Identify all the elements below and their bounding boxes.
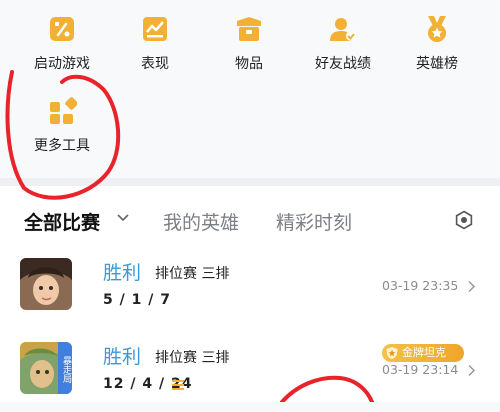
shield-icon: [386, 347, 398, 359]
tab-bar: 全部比赛 我的英雄 精彩时刻: [0, 186, 500, 246]
hero-ranking-button[interactable]: 英雄榜: [392, 14, 482, 73]
hero-avatar: [20, 258, 72, 310]
match-kda: 5 / 1 / 7: [103, 292, 171, 308]
match-tag: 暴走局: [58, 342, 72, 394]
friend-icon: [330, 18, 356, 41]
tool-grid: 启动游戏 表现 物品 好友战绩 英雄榜 更多工具: [0, 0, 500, 178]
settings-icon[interactable]: [454, 210, 474, 230]
gamepad-icon: [50, 17, 74, 41]
launch-game-label: 启动游戏: [34, 56, 90, 72]
medal-badge: 金牌坦克: [382, 344, 464, 362]
match-list-panel: 全部比赛 我的英雄 精彩时刻 胜利 排位赛 三排 5 / 1 / 7 03-19…: [0, 186, 500, 402]
performance-label: 表现: [141, 56, 169, 72]
friend-records-button[interactable]: 好友战绩: [298, 14, 388, 73]
match-row[interactable]: 胜利 排位赛 三排 5 / 1 / 7 03-19 23:35: [0, 258, 500, 328]
box-icon: [237, 17, 261, 41]
hero-avatar: 暴走局: [20, 342, 72, 394]
hero-ranking-label: 英雄榜: [416, 56, 458, 72]
items-button[interactable]: 物品: [204, 14, 294, 73]
friend-records-label: 好友战绩: [315, 56, 371, 72]
launch-game-button[interactable]: 启动游戏: [17, 14, 107, 73]
grid-icon: [50, 97, 77, 124]
tab-my-heroes[interactable]: 我的英雄: [163, 208, 239, 235]
chart-icon: [143, 17, 167, 41]
items-label: 物品: [235, 56, 263, 72]
chevron-right-icon: [468, 280, 476, 293]
more-tools-button[interactable]: 更多工具: [17, 96, 107, 155]
chevron-down-icon[interactable]: [116, 213, 130, 223]
medal-icon: [428, 16, 446, 42]
match-time: 03-19 23:14: [382, 362, 459, 377]
match-mode: 排位赛 三排: [155, 350, 230, 366]
match-result: 胜利: [103, 346, 142, 368]
section-divider: [0, 178, 500, 186]
match-result: 胜利: [103, 262, 142, 284]
medal-badge-label: 金牌坦克: [402, 346, 446, 359]
match-mode: 排位赛 三排: [155, 266, 230, 282]
performance-button[interactable]: 表现: [110, 14, 200, 73]
tab-all-matches[interactable]: 全部比赛: [24, 208, 100, 235]
menu-lines-icon: [172, 380, 184, 390]
match-time: 03-19 23:35: [382, 278, 459, 293]
more-tools-label: 更多工具: [34, 138, 90, 154]
chevron-right-icon: [468, 364, 476, 377]
tab-highlights[interactable]: 精彩时刻: [276, 208, 352, 235]
